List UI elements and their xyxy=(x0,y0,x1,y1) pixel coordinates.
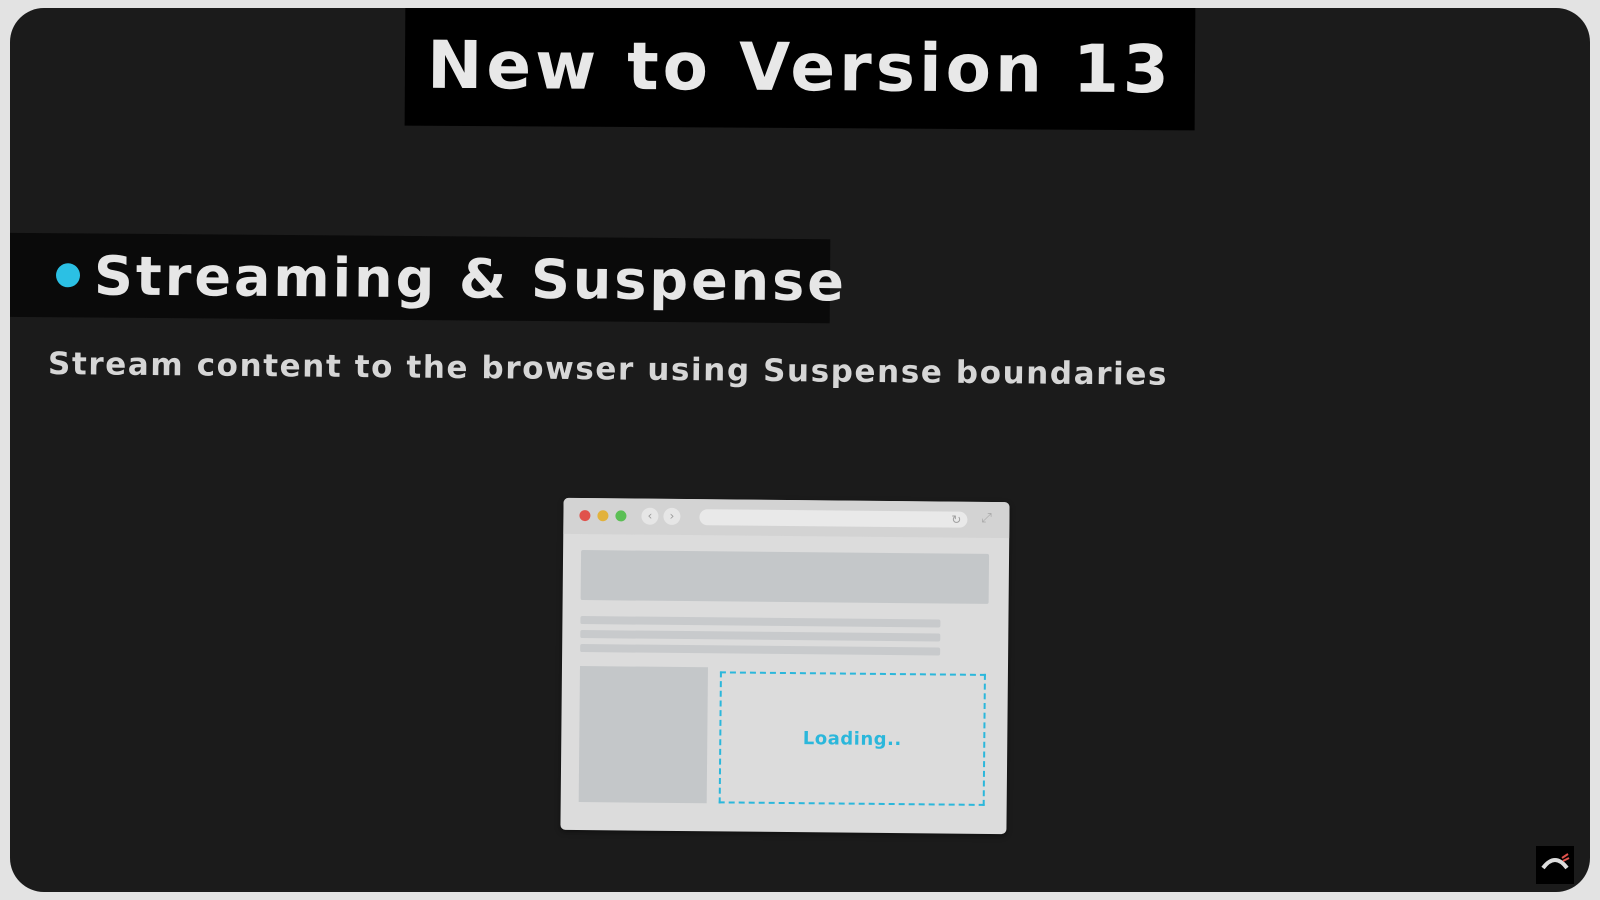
net-ninja-logo-icon xyxy=(1536,846,1574,884)
placeholder-text-line xyxy=(580,644,941,656)
suspense-boundary: Loading.. xyxy=(718,671,986,806)
bullet-dot-icon xyxy=(55,263,81,288)
feature-description: Stream content to the browser using Susp… xyxy=(47,346,1169,393)
placeholder-text-line xyxy=(580,616,941,628)
window-maximize-dot-icon xyxy=(615,510,627,522)
browser-mockup: ‹ › ↻ ⤢ Loading.. xyxy=(560,497,1010,835)
window-close-dot-icon xyxy=(579,510,591,522)
url-bar: ↻ xyxy=(699,509,968,528)
window-minimize-dot-icon xyxy=(597,510,609,522)
expand-icon: ⤢ xyxy=(981,510,992,526)
slide-stage: New to Version 13 Streaming & Suspense S… xyxy=(10,8,1590,892)
slide-title: New to Version 13 xyxy=(426,26,1174,108)
feature-title: Streaming & Suspense xyxy=(93,243,848,313)
loading-label: Loading.. xyxy=(802,727,902,750)
placeholder-text-line xyxy=(580,630,941,642)
browser-toolbar: ‹ › ↻ ⤢ xyxy=(563,497,1010,539)
feature-banner: Streaming & Suspense xyxy=(10,232,847,324)
placeholder-header-block xyxy=(580,550,990,604)
placeholder-side-block xyxy=(578,666,708,804)
chevron-right-icon: › xyxy=(663,507,681,525)
title-banner: New to Version 13 xyxy=(404,8,1196,131)
reload-icon: ↻ xyxy=(951,512,962,527)
chevron-left-icon: ‹ xyxy=(641,507,659,525)
